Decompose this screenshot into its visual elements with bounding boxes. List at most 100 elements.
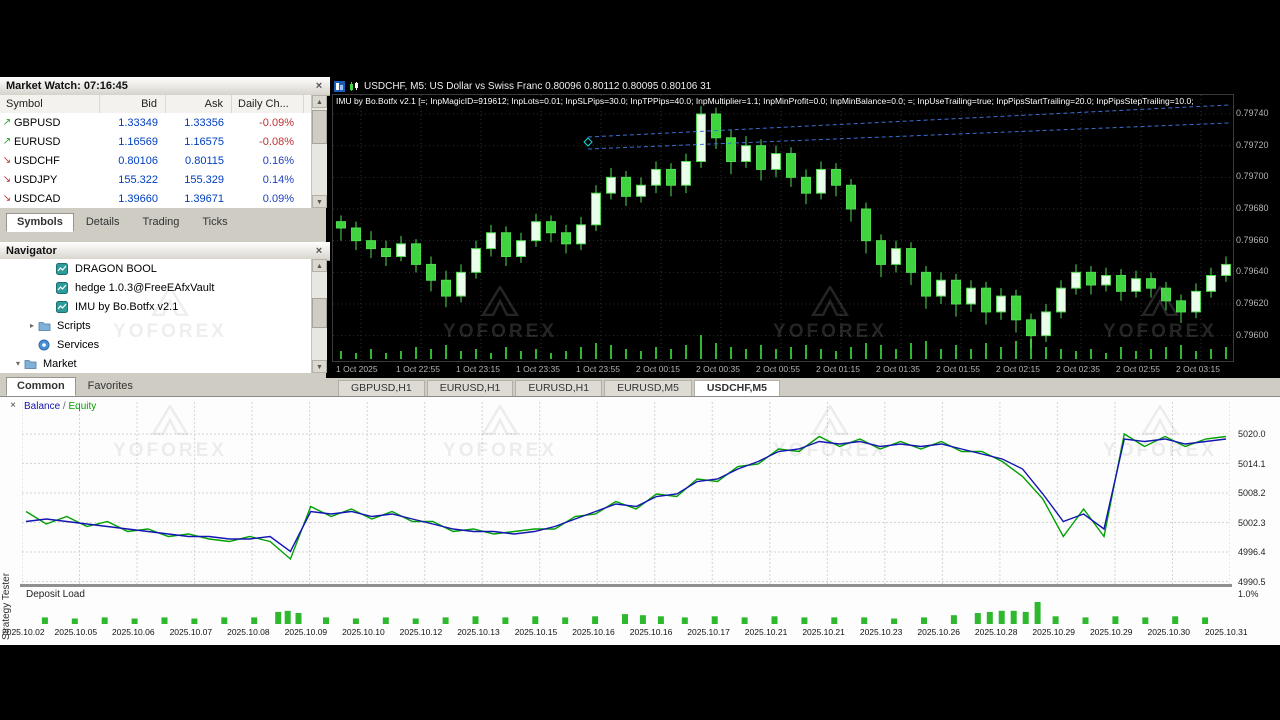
navigator-scrollbar[interactable]: ▲ ▼ (311, 259, 327, 373)
tree-item[interactable]: hedge 1.0.3@FreeEAfxVault (0, 278, 311, 297)
gear-icon (38, 339, 53, 351)
navigator-title: Navigator (6, 245, 57, 257)
folder-icon (38, 320, 53, 332)
time-label: 2 Oct 00:15 (636, 364, 680, 374)
market-watch-tab-trading[interactable]: Trading (131, 213, 190, 232)
market-watch-row[interactable]: ↘ USDCHF 0.80106 0.80115 0.16% (0, 151, 311, 170)
ea-icon (56, 300, 71, 313)
time-label: 2 Oct 03:15 (1176, 364, 1220, 374)
close-icon[interactable]: × (312, 80, 326, 92)
scroll-thumb[interactable] (312, 110, 327, 144)
scroll-up-icon[interactable]: ▲ (312, 95, 327, 108)
market-watch-title: Market Watch: 07:16:45 (6, 80, 128, 92)
close-icon[interactable]: × (6, 400, 20, 411)
column-header-daily-change[interactable]: Daily Ch... (232, 95, 304, 113)
scroll-up-icon[interactable]: ▲ (312, 259, 327, 272)
ask-cell: 0.80115 (185, 154, 224, 167)
tree-item-label: Scripts (57, 319, 91, 332)
daily-change-cell: -0.09% (259, 116, 294, 129)
market-watch-row[interactable]: ↗ GBPUSD 1.33349 1.33356 -0.09% (0, 113, 311, 132)
tree-item-label: hedge 1.0.3@FreeEAfxVault (75, 281, 215, 294)
symbol-cell: GBPUSD (14, 116, 61, 129)
market-watch-scrollbar[interactable]: ▲ ▼ (311, 95, 327, 208)
deposit-load-chart[interactable] (22, 588, 1230, 626)
column-header-bid[interactable]: Bid (100, 95, 166, 113)
tree-item-label: IMU by Bo.Botfx v2.1 (75, 300, 179, 313)
date-label: 2025.10.15 (514, 627, 558, 637)
tester-y-label: 5002.3 (1238, 517, 1266, 528)
ea-icon (56, 281, 71, 294)
date-label: 2025.10.08 (227, 627, 270, 637)
tester-y-label: 5020.0 (1238, 429, 1266, 439)
market-watch-tabs: Symbols Details Trading Ticks (0, 208, 326, 232)
symbol-cell: USDJPY (14, 173, 58, 186)
navigator-tab-common[interactable]: Common (6, 377, 76, 396)
market-watch-row[interactable]: ↘ USDJPY 155.322 155.329 0.14% (0, 170, 311, 189)
market-watch-header: Symbol Bid Ask Daily Ch... (0, 95, 311, 114)
price-axis[interactable]: 0.79740 0.79720 0.79700 0.79680 0.79660 0.796… (1236, 94, 1280, 360)
tick-down-icon: ↘ (2, 174, 12, 185)
date-label: 2025.10.09 (284, 627, 328, 637)
chart-tab-eurusd-m5[interactable]: EURUSD,M5 (604, 380, 692, 396)
tree-item[interactable]: Services (0, 335, 311, 354)
legend-equity: Equity (68, 401, 97, 412)
date-label: 2025.10.16 (629, 627, 673, 637)
navigator-tabs: Common Favorites (0, 373, 326, 396)
market-watch-tab-symbols[interactable]: Symbols (6, 213, 74, 232)
column-header-ask[interactable]: Ask (166, 95, 232, 113)
time-label: 1 Oct 23:35 (516, 364, 560, 374)
tree-item[interactable]: IMU by Bo.Botfx v2.1 (0, 297, 311, 316)
chart-tab-eurusd-h1[interactable]: EURUSD,H1 (426, 380, 514, 396)
tester-date-axis: 2025.10.02 2025.10.05 2025.10.06 2025.10.07… (0, 627, 1280, 641)
market-watch-row[interactable]: ↗ EURUSD 1.16569 1.16575 -0.08% (0, 132, 311, 151)
tree-item[interactable]: ▸ Scripts (0, 316, 311, 335)
tester-y-label: 4996.4 (1238, 547, 1266, 557)
date-label: 2025.10.30 (1147, 627, 1191, 637)
scroll-down-icon[interactable]: ▼ (312, 195, 327, 208)
scroll-down-icon[interactable]: ▼ (312, 360, 327, 373)
ea-icon (56, 262, 71, 275)
daily-change-cell: 0.09% (262, 192, 294, 205)
market-watch-tab-ticks[interactable]: Ticks (191, 213, 238, 232)
time-label: 2 Oct 02:35 (1056, 364, 1100, 374)
chart-titlebar: USDCHF, M5: US Dollar vs Swiss Franc 0.8… (330, 78, 1280, 94)
market-watch-tab-details[interactable]: Details (75, 213, 131, 232)
date-label: 2025.10.28 (974, 627, 1018, 637)
date-label: 2025.10.23 (859, 627, 903, 637)
price-label: 0.79620 (1236, 298, 1269, 308)
date-label: 2025.10.17 (687, 627, 730, 637)
chart-tab-eurusd-h1[interactable]: EURUSD,H1 (515, 380, 603, 396)
tester-y-axis: 5020.0 5014.1 5008.2 5002.3 4996.4 4990.5 (1236, 402, 1280, 587)
tree-item-label: Services (57, 338, 100, 351)
scroll-thumb[interactable] (312, 298, 327, 328)
expander-icon[interactable]: ▾ (12, 359, 24, 368)
date-label: 2025.10.29 (1089, 627, 1133, 637)
market-watch-row[interactable]: ↘ USDCAD 1.39660 1.39671 0.09% (0, 189, 311, 208)
ask-cell: 155.329 (184, 173, 224, 186)
time-label: 2 Oct 01:15 (816, 364, 860, 374)
chart-tab-gbpusd-h1[interactable]: GBPUSD,H1 (338, 380, 425, 396)
chart-tab-usdchf-m5[interactable]: USDCHF,M5 (693, 380, 780, 396)
tester-separator[interactable] (20, 584, 1232, 587)
tick-up-icon: ↗ (2, 117, 12, 128)
navigator-tree: DRAGON BOOL hedge 1.0.3@FreeEAfxVault IMU … (0, 259, 311, 373)
price-label: 0.79720 (1236, 139, 1269, 150)
chart-title: USDCHF, M5: US Dollar vs Swiss Franc 0.8… (364, 80, 712, 92)
deposit-load-max: 1.0% (1238, 589, 1259, 599)
tree-item[interactable]: DRAGON BOOL (0, 259, 311, 278)
time-axis[interactable]: 1 Oct 2025 1 Oct 22:55 1 Oct 23:15 1 Oct 23… (332, 360, 1252, 378)
tree-item[interactable]: ▾ Market (0, 354, 311, 373)
candlestick-chart[interactable] (332, 94, 1234, 362)
balance-equity-chart[interactable] (22, 402, 1230, 584)
bid-cell: 1.39660 (118, 192, 158, 205)
strategy-tester-tab-label[interactable]: Strategy Tester (1, 430, 12, 640)
navigator-tab-favorites[interactable]: Favorites (77, 377, 144, 396)
price-label: 0.79640 (1236, 266, 1269, 277)
expander-icon[interactable]: ▸ (26, 321, 38, 330)
time-label: 1 Oct 23:55 (576, 364, 620, 374)
legend-balance: Balance (24, 401, 61, 412)
column-header-symbol[interactable]: Symbol (0, 95, 100, 113)
bid-cell: 0.80106 (118, 154, 158, 167)
close-icon[interactable]: × (312, 245, 326, 257)
date-label: 2025.10.07 (169, 627, 213, 637)
